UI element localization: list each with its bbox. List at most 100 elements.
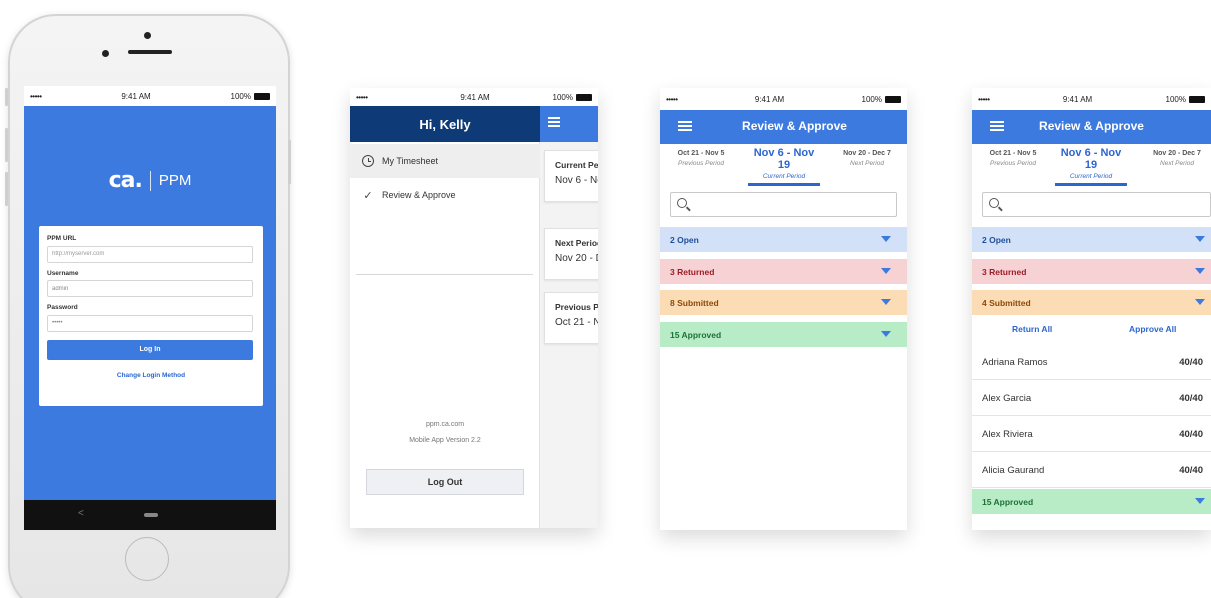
list-item[interactable]: Alicia Gaurand 40/40	[972, 452, 1211, 488]
system-nav-bar: <	[24, 500, 276, 530]
period-label: Current Period	[1069, 173, 1113, 180]
signal-icon: •••••	[978, 94, 990, 104]
mute-switch	[5, 88, 8, 106]
chevron-down-icon	[881, 331, 891, 337]
group-label: 3 Returned	[670, 266, 715, 277]
tab-current-period[interactable]: Nov 6 - Nov 19 Current Period	[1055, 147, 1127, 186]
group-open[interactable]: 2 Open	[972, 227, 1211, 252]
login-background: ca. PPM PPM URL Username Password Log In…	[24, 106, 276, 500]
battery-icon	[885, 95, 901, 103]
group-label: 4 Submitted	[982, 297, 1031, 308]
status-time: 9:41 AM	[121, 91, 151, 101]
front-camera	[102, 50, 109, 57]
url-field[interactable]	[47, 245, 253, 263]
period-label: Previous Period	[990, 160, 1036, 167]
status-bar: ••••• 9:41 AM 100%	[24, 86, 276, 106]
group-open[interactable]: 2 Open	[660, 227, 907, 252]
group-label: 8 Submitted	[670, 297, 719, 308]
server-url: ppm.ca.com	[425, 421, 465, 428]
group-submitted[interactable]: 4 Submitted	[972, 290, 1211, 315]
period-range: Nov 20 - Dec 7	[843, 150, 891, 157]
checkmark-icon: ✓	[363, 189, 373, 202]
period-card-next[interactable]: Next Period Nov 20 - Dec 7	[544, 228, 598, 280]
list-item[interactable]: Alex Garcia 40/40	[972, 380, 1211, 416]
approve-all-button[interactable]: Approve All	[1129, 324, 1176, 334]
period-label: Previous Period	[678, 160, 724, 167]
change-login-method-link[interactable]: Change Login Method	[47, 372, 255, 379]
status-bar: ••••• 9:41 AM 100%	[350, 88, 598, 106]
chevron-down-icon	[1195, 299, 1205, 305]
period-selector: Oct 21 - Nov 5 Previous Period Nov 6 - N…	[660, 147, 907, 186]
status-bar: ••••• 9:41 AM 100%	[660, 88, 907, 110]
login-form: PPM URL Username Password Log In Change …	[39, 226, 263, 406]
logout-button[interactable]: Log Out	[366, 469, 524, 495]
person-name: Alicia Gaurand	[982, 465, 1045, 476]
search-input[interactable]	[982, 192, 1211, 217]
nav-home-icon[interactable]	[144, 513, 158, 517]
chevron-down-icon	[1195, 236, 1205, 242]
password-field[interactable]	[47, 314, 253, 332]
chevron-down-icon	[1195, 268, 1205, 274]
period-selector: Oct 21 - Nov 5 Previous Period Nov 6 - N…	[972, 147, 1211, 186]
period-label: Current Period	[762, 173, 806, 180]
tab-current-period[interactable]: Nov 6 - Nov 19 Current Period	[748, 147, 820, 186]
review-screen-expanded: ••••• 9:41 AM 100% Review & Approve Oct …	[972, 88, 1211, 530]
username-label: Username	[47, 269, 79, 277]
bulk-actions: Return All Approve All	[972, 318, 1211, 342]
nav-back-icon[interactable]: <	[78, 508, 84, 519]
group-submitted[interactable]: 8 Submitted	[660, 290, 907, 315]
group-approved[interactable]: 15 Approved	[660, 322, 907, 347]
drawer-greeting: Hi, Kelly	[350, 106, 540, 142]
group-returned[interactable]: 3 Returned	[972, 259, 1211, 284]
battery-icon	[576, 93, 592, 101]
volume-up-button	[5, 128, 8, 162]
period-card-title: Previous Period	[555, 302, 598, 312]
return-all-button[interactable]: Return All	[1012, 324, 1052, 334]
period-range: Oct 21 - Nov 5	[989, 150, 1037, 157]
status-bar: ••••• 9:41 AM 100%	[972, 88, 1211, 110]
period-card-current[interactable]: Current Period Nov 6 - Nov 19	[544, 150, 598, 202]
chevron-down-icon	[881, 299, 891, 305]
login-button[interactable]: Log In	[47, 339, 253, 360]
list-item[interactable]: Adriana Ramos 40/40	[972, 344, 1211, 380]
group-label: 2 Open	[670, 234, 699, 245]
review-screen-collapsed: ••••• 9:41 AM 100% Review & Approve Oct …	[660, 88, 907, 530]
signal-icon: •••••	[666, 94, 678, 104]
period-range: Nov 6 - Nov 19	[753, 147, 815, 171]
status-time: 9:41 AM	[460, 92, 490, 102]
app-version: Mobile App Version 2.2	[409, 437, 481, 444]
drawer-item-my-timesheet[interactable]: My Timesheet	[350, 144, 540, 178]
person-hours: 40/40	[1179, 357, 1203, 368]
tab-next-period[interactable]: Nov 20 - Dec 7 Next Period	[836, 150, 898, 167]
period-card-previous[interactable]: Previous Period Oct 21 - Nov 5	[544, 292, 598, 344]
period-label: Next Period	[850, 160, 884, 167]
tab-previous-period[interactable]: Oct 21 - Nov 5 Previous Period	[982, 150, 1044, 167]
logo-divider	[149, 170, 151, 191]
person-name: Alex Riviera	[982, 429, 1033, 440]
proximity-sensor	[144, 32, 151, 39]
app-header: Review & Approve	[972, 110, 1211, 144]
group-returned[interactable]: 3 Returned	[660, 259, 907, 284]
ca-ppm-logo: ca. PPM	[24, 168, 276, 193]
tab-previous-period[interactable]: Oct 21 - Nov 5 Previous Period	[670, 150, 732, 167]
home-button[interactable]	[125, 537, 169, 581]
signal-icon: •••••	[30, 91, 42, 101]
period-range: Nov 20 - Dec 7	[1153, 150, 1201, 157]
hamburger-menu-icon[interactable]	[548, 117, 560, 119]
tab-next-period[interactable]: Nov 20 - Dec 7 Next Period	[1144, 150, 1210, 167]
search-icon	[677, 198, 687, 208]
signal-icon: •••••	[356, 92, 368, 102]
drawer-item-review-approve[interactable]: ✓ Review & Approve	[350, 178, 540, 212]
search-icon	[989, 198, 999, 208]
search-input[interactable]	[670, 192, 897, 217]
period-card-date: Nov 6 - Nov 19	[555, 175, 598, 186]
person-name: Adriana Ramos	[982, 357, 1048, 368]
group-approved[interactable]: 15 Approved	[972, 489, 1211, 514]
earpiece-speaker	[128, 50, 172, 54]
period-card-title: Next Period	[555, 238, 598, 248]
list-item[interactable]: Alex Riviera 40/40	[972, 416, 1211, 452]
username-field[interactable]	[47, 280, 253, 297]
person-name: Alex Garcia	[982, 393, 1032, 404]
url-label: PPM URL	[47, 235, 77, 242]
period-card-date: Oct 21 - Nov 5	[555, 317, 598, 328]
